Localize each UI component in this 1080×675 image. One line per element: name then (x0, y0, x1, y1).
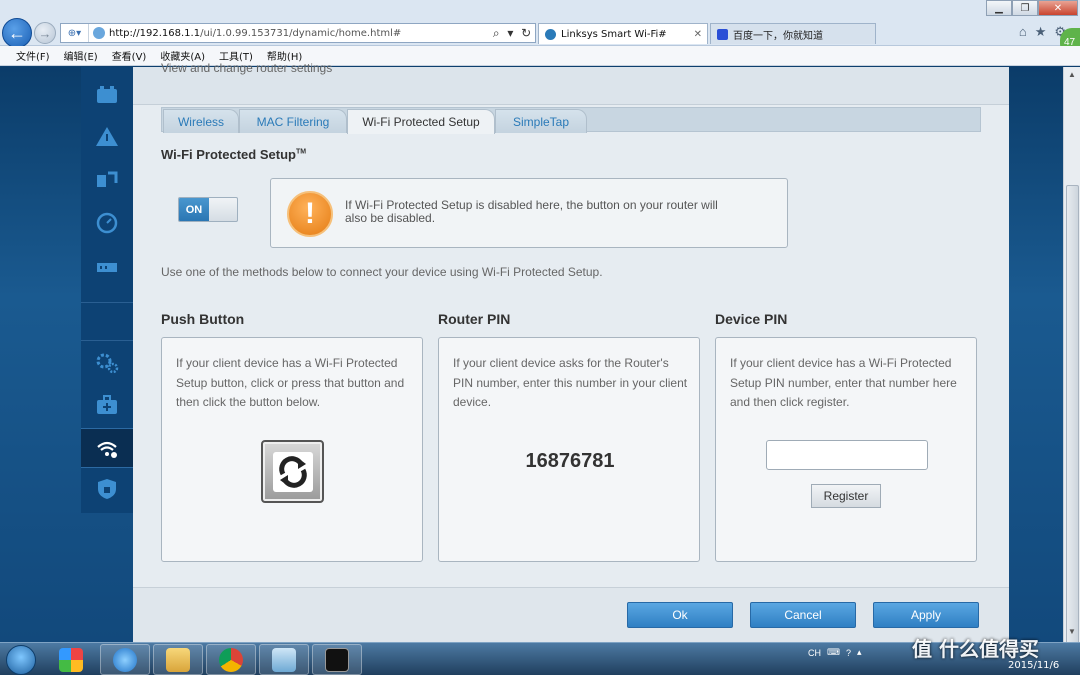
nav-connectivity-settings-icon[interactable] (81, 342, 133, 382)
main-panel: View and change router settings Wireless… (133, 61, 1009, 642)
wps-push-button[interactable] (261, 440, 324, 503)
menu-edit[interactable]: 编辑(E) (64, 48, 98, 63)
show-hidden-icons-icon[interactable]: ▴ (857, 647, 862, 658)
browser-toolbar: ← → ⊕▾ http://192.168.1.1/ui/1.0.99.1537… (0, 0, 1080, 48)
window-controls: ▁ ❐ ✕ (986, 0, 1078, 16)
help-icon[interactable]: ? (846, 648, 851, 658)
nav-wireless-icon[interactable] (81, 428, 133, 468)
start-button[interactable] (6, 645, 36, 675)
nav-usb-storage-icon[interactable] (81, 247, 133, 287)
minimize-button[interactable]: ▁ (986, 0, 1012, 16)
router-pin-value: 16876781 (525, 450, 615, 472)
taskbar-app-chrome[interactable] (206, 644, 256, 675)
nav-network-map-icon[interactable] (81, 75, 133, 115)
push-button-description: If your client device has a Wi-Fi Protec… (176, 356, 405, 409)
folder-icon (166, 647, 190, 672)
device-pin-input[interactable] (766, 440, 928, 470)
tab-simpletap[interactable]: SimpleTap (495, 109, 587, 133)
router-pin-description: If your client device asks for the Route… (453, 356, 688, 409)
network-center-icon (272, 647, 296, 672)
nav-divider (81, 302, 133, 303)
taskbar-app-network[interactable] (259, 644, 309, 675)
close-window-button[interactable]: ✕ (1038, 0, 1078, 16)
tab-wireless[interactable]: Wireless (163, 109, 239, 133)
dropdown-icon[interactable]: ▾ (507, 26, 513, 41)
apply-button[interactable]: Apply (873, 602, 979, 628)
page-subtitle: View and change router settings (161, 61, 333, 75)
router-pin-panel: If your client device asks for the Route… (438, 337, 700, 562)
input-language[interactable]: CH (808, 648, 821, 658)
scrollbar-thumb[interactable] (1066, 185, 1079, 665)
tab-mac-filtering[interactable]: MAC Filtering (239, 109, 347, 133)
wps-arrows-icon (272, 451, 313, 492)
menu-file[interactable]: 文件(F) (16, 48, 50, 63)
nav-speed-test-icon[interactable] (81, 203, 133, 243)
nav-connectivity-icon[interactable] (81, 160, 133, 200)
back-button[interactable]: ← (2, 18, 32, 48)
ok-button[interactable]: Ok (627, 602, 733, 628)
wireless-tabstrip: Wireless MAC Filtering Wi-Fi Protected S… (161, 107, 981, 134)
refresh-icon[interactable]: ↻ (521, 26, 531, 41)
address-bar[interactable]: ⊕▾ http://192.168.1.1/ui/1.0.99.153731/d… (60, 23, 536, 43)
tab-linksys[interactable]: Linksys Smart Wi-Fi# ✕ (538, 23, 708, 44)
forward-button[interactable]: → (34, 22, 56, 44)
register-button[interactable]: Register (811, 484, 881, 508)
tab-baidu[interactable]: 百度一下，你就知道 (710, 23, 876, 44)
taskbar-app-ie[interactable] (100, 644, 150, 675)
url-path: /ui/1.0.99.153731/dynamic/home.html# (200, 27, 402, 39)
device-pin-title: Device PIN (715, 311, 788, 327)
system-tray: CH ⌨ ? ▴ (808, 647, 862, 658)
main-header: View and change router settings (133, 61, 1009, 105)
push-button-panel: If your client device has a Wi-Fi Protec… (161, 337, 423, 562)
maximize-button[interactable]: ❐ (1012, 0, 1038, 16)
menu-view[interactable]: 查看(V) (112, 48, 147, 63)
warning-text: If Wi-Fi Protected Setup is disabled her… (345, 198, 718, 225)
tab-label: Linksys Smart Wi-Fi# (561, 28, 667, 40)
close-tab-icon[interactable]: ✕ (694, 29, 702, 40)
scroll-up-icon[interactable]: ▲ (1068, 70, 1076, 79)
favorites-icon[interactable]: ★ (1035, 24, 1047, 40)
device-pin-description: If your client device has a Wi-Fi Protec… (730, 356, 957, 409)
search-icon[interactable]: ⌕ (493, 26, 500, 41)
url-host: http://192.168.1.1 (109, 27, 201, 39)
push-button-title: Push Button (161, 311, 245, 327)
scroll-down-icon[interactable]: ▼ (1068, 627, 1076, 636)
warning-icon: ! (287, 191, 333, 237)
nav-security-icon[interactable] (81, 469, 133, 509)
linksys-sidebar (81, 67, 133, 513)
picasa-icon (59, 647, 83, 672)
nav-divider (81, 340, 133, 341)
trademark-mark: TM (295, 148, 307, 156)
site-watermark: 值 什么值得买 (912, 637, 1039, 661)
compatibility-icon[interactable]: ⊕▾ (61, 24, 89, 42)
keyboard-icon[interactable]: ⌨ (827, 647, 840, 658)
page-scrollbar[interactable]: ▲ ▼ (1063, 67, 1080, 665)
address-url[interactable]: http://192.168.1.1/ui/1.0.99.153731/dyna… (109, 28, 489, 39)
baidu-paw-icon (717, 28, 728, 40)
tab-wifi-protected-setup[interactable]: Wi-Fi Protected Setup (347, 109, 495, 134)
warning-box: ! If Wi-Fi Protected Setup is disabled h… (270, 178, 788, 248)
command-prompt-icon (325, 647, 349, 672)
nav-troubleshoot-kit-icon[interactable] (81, 385, 133, 425)
site-icon (93, 27, 105, 39)
action-bar: Ok Cancel Apply (133, 587, 1009, 642)
linksys-icon (545, 28, 556, 40)
section-title-text: Wi-Fi Protected Setup (161, 147, 296, 162)
taskbar-app-cmd[interactable] (312, 644, 362, 675)
wps-toggle[interactable]: ON (178, 197, 238, 222)
chrome-icon (219, 647, 243, 672)
cancel-button[interactable]: Cancel (750, 602, 856, 628)
taskbar-app-explorer[interactable] (153, 644, 203, 675)
intro-text: Use one of the methods below to connect … (161, 265, 603, 279)
tab-label: 百度一下，你就知道 (733, 30, 823, 42)
router-pin-title: Router PIN (438, 311, 511, 327)
section-title: Wi-Fi Protected SetupTM (161, 147, 306, 162)
device-pin-panel: If your client device has a Wi-Fi Protec… (715, 337, 977, 562)
nav-troubleshooting-icon[interactable] (81, 117, 133, 157)
toggle-on-label: ON (179, 198, 209, 221)
taskbar-app-picasa[interactable] (46, 644, 96, 675)
internet-explorer-icon (113, 647, 137, 672)
home-icon[interactable]: ⌂ (1019, 24, 1027, 40)
